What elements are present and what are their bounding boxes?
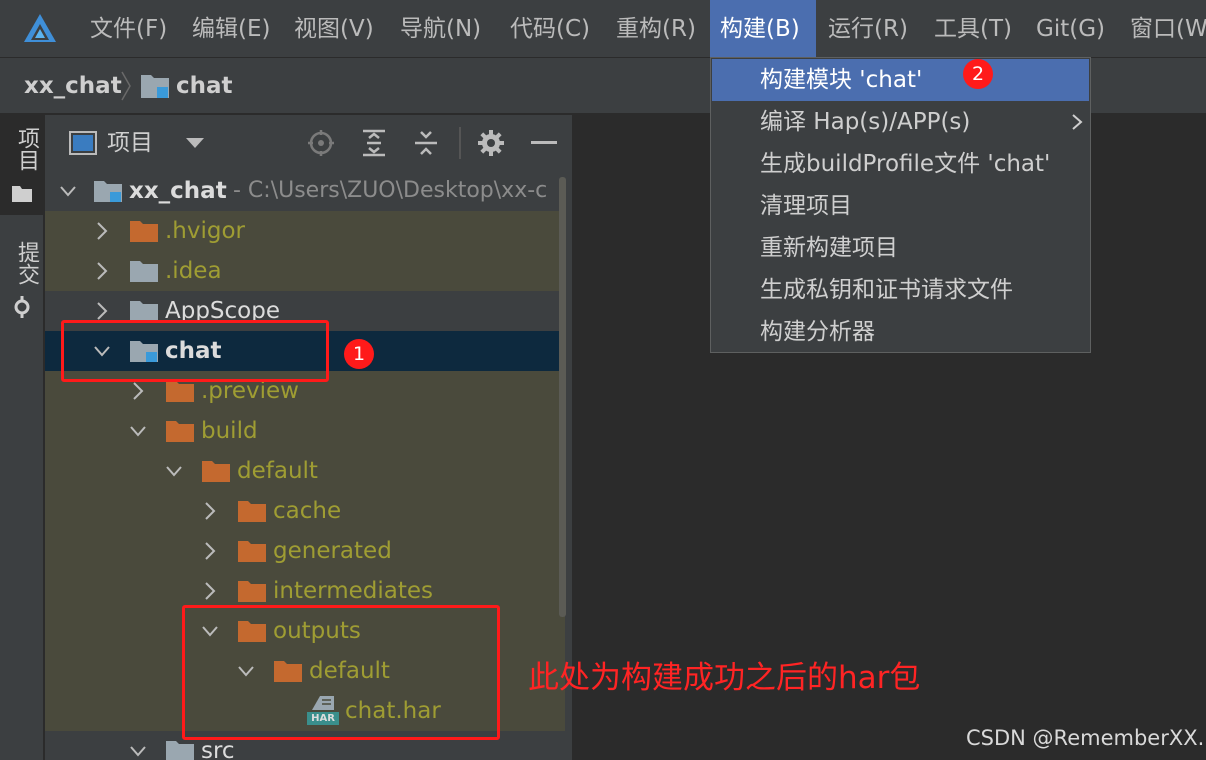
tree-label-cache: cache xyxy=(273,498,342,524)
annotation-badge-2: 2 xyxy=(963,59,993,89)
menu-tools[interactable]: 工具(T) xyxy=(924,0,1022,57)
menu-item-compile-hap-app[interactable]: 编译 Hap(s)/APP(s) xyxy=(712,101,1089,143)
folder-icon xyxy=(166,741,194,760)
build-menu-dropdown: 构建模块 'chat' 编译 Hap(s)/APP(s) 生成buildProf… xyxy=(710,57,1091,353)
tree-label-idea: .idea xyxy=(165,258,222,284)
menu-item-clean-project[interactable]: 清理项目 xyxy=(712,185,1089,227)
tree-scrollbar[interactable] xyxy=(559,177,566,617)
menu-view[interactable]: 视图(V) xyxy=(284,0,384,57)
chevron-right-icon[interactable] xyxy=(201,501,219,521)
folder-icon xyxy=(130,221,158,242)
chevron-down-icon[interactable] xyxy=(165,461,183,481)
project-tool-tab-label: 项目 xyxy=(14,127,39,171)
folder-icon xyxy=(238,581,266,602)
tree-row-hvigor[interactable]: .hvigor xyxy=(45,211,565,251)
folder-icon xyxy=(202,461,230,482)
tree-label-generated: generated xyxy=(273,538,392,564)
chevron-right-icon[interactable] xyxy=(201,541,219,561)
chevron-right-icon[interactable] xyxy=(129,381,147,401)
tree-label-root: xx_chat xyxy=(129,178,227,204)
watermark: CSDN @RememberXX. xyxy=(966,726,1205,750)
collapse-all-icon[interactable] xyxy=(413,129,439,157)
panel-header: 项目 xyxy=(45,115,572,171)
folder-icon xyxy=(238,541,266,562)
menu-window[interactable]: 窗口(W xyxy=(1120,0,1206,57)
menu-build[interactable]: 构建(B) xyxy=(710,0,816,57)
chevron-down-icon[interactable] xyxy=(59,181,77,201)
menu-code[interactable]: 代码(C) xyxy=(500,0,600,57)
folder-icon xyxy=(166,421,194,442)
header-divider xyxy=(459,127,461,159)
menu-item-generate-key-csr[interactable]: 生成私钥和证书请求文件 xyxy=(712,269,1089,311)
chevron-right-icon[interactable] xyxy=(93,221,111,241)
tree-row-root[interactable]: xx_chat - C:\Users\ZUO\Desktop\xx-c xyxy=(45,171,565,211)
panel-title[interactable]: 项目 xyxy=(107,115,153,171)
tree-row-generated[interactable]: generated xyxy=(45,531,565,571)
annotation-box-chat xyxy=(61,320,329,382)
chevron-right-icon[interactable] xyxy=(93,261,111,281)
menu-navigate[interactable]: 导航(N) xyxy=(390,0,491,57)
tool-window-strip: 项目 提交 xyxy=(0,115,44,760)
expand-all-icon[interactable] xyxy=(361,129,387,157)
tree-row-idea[interactable]: .idea xyxy=(45,251,565,291)
caret-down-icon[interactable] xyxy=(185,137,205,149)
commit-tool-tab[interactable]: 提交 xyxy=(0,233,44,333)
gear-icon[interactable] xyxy=(477,129,505,157)
menu-item-build-module[interactable]: 构建模块 'chat' xyxy=(712,59,1089,101)
commit-icon xyxy=(14,296,30,318)
module-folder-icon xyxy=(141,75,169,98)
minimize-icon[interactable] xyxy=(531,141,557,145)
annotation-box-outputs xyxy=(182,605,500,740)
module-folder-icon xyxy=(94,181,122,202)
menu-git[interactable]: Git(G) xyxy=(1026,0,1115,57)
breadcrumb-project[interactable]: xx_chat xyxy=(24,58,122,114)
annotation-badge-1: 1 xyxy=(344,339,374,369)
tree-label-hvigor: .hvigor xyxy=(165,218,246,244)
chevron-right-icon xyxy=(1072,114,1083,130)
folder-icon xyxy=(130,261,158,282)
commit-tool-tab-label: 提交 xyxy=(14,241,39,285)
folder-icon xyxy=(238,501,266,522)
breadcrumb-module[interactable]: chat xyxy=(176,58,233,114)
project-tool-tab[interactable]: 项目 xyxy=(0,115,44,215)
tree-root-path: - C:\Users\ZUO\Desktop\xx-c xyxy=(233,178,548,203)
app-logo-icon xyxy=(24,14,56,42)
menu-edit[interactable]: 编辑(E) xyxy=(182,0,280,57)
menu-item-build-analyzer[interactable]: 构建分析器 xyxy=(712,311,1089,353)
menu-item-generate-build-profile[interactable]: 生成buildProfile文件 'chat' xyxy=(712,143,1089,185)
folder-icon xyxy=(166,381,194,402)
menu-item-compile-hap-app-label: 编译 Hap(s)/APP(s) xyxy=(760,109,971,135)
annotation-note: 此处为构建成功之后的har包 xyxy=(528,660,921,696)
menu-bar: 文件(F) 编辑(E) 视图(V) 导航(N) 代码(C) 重构(R) 构建(B… xyxy=(0,0,1206,58)
chevron-down-icon[interactable] xyxy=(129,421,147,441)
chevron-right-icon[interactable] xyxy=(201,581,219,601)
menu-file[interactable]: 文件(F) xyxy=(80,0,177,57)
menu-item-rebuild-project[interactable]: 重新构建项目 xyxy=(712,227,1089,269)
menu-run[interactable]: 运行(R) xyxy=(818,0,918,57)
folder-icon xyxy=(12,186,32,202)
chevron-down-icon[interactable] xyxy=(129,741,147,760)
locate-icon[interactable] xyxy=(307,129,335,157)
tree-row-default[interactable]: default xyxy=(45,451,565,491)
tree-row-cache[interactable]: cache xyxy=(45,491,565,531)
menu-refactor[interactable]: 重构(R) xyxy=(606,0,706,57)
tree-label-default: default xyxy=(237,458,318,484)
tree-label-build: build xyxy=(201,418,258,444)
tree-row-build[interactable]: build xyxy=(45,411,565,451)
project-view-icon xyxy=(69,131,97,155)
chevron-right-icon[interactable] xyxy=(93,301,111,321)
chevron-right-icon xyxy=(121,71,131,101)
